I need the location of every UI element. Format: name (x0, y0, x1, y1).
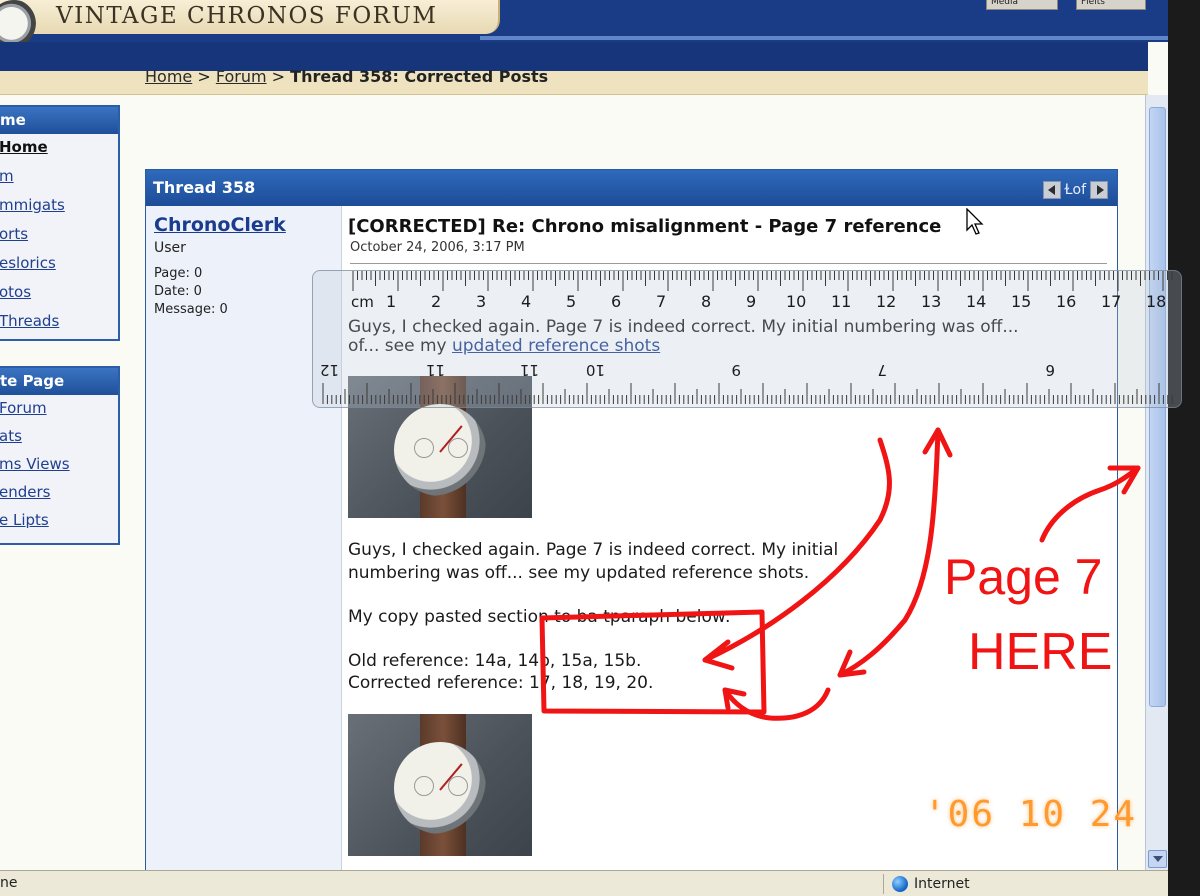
ruler-label: 12 (876, 292, 896, 311)
ruler-label: 11 (520, 361, 539, 379)
sidebar-item-enders[interactable]: enders (0, 479, 118, 507)
sidebar-item-views[interactable]: ms Views (0, 451, 118, 479)
sidebar-home-box: me Home m mmigats orts eslorics otos Thr… (0, 105, 120, 341)
post-title: [CORRECTED] Re: Chrono misalignment - Pa… (348, 216, 942, 237)
breadcrumb-separator: > (271, 67, 286, 86)
mouse-cursor-icon (966, 208, 984, 235)
chevron-down-icon (1153, 856, 1163, 862)
sidebar-item-lipts[interactable]: e Lipts (0, 507, 118, 535)
ruler-label: 14 (966, 292, 986, 311)
sidebar-item-forum[interactable]: Forum (0, 395, 118, 423)
ruler-label: 7 (877, 361, 887, 379)
ruler-label: 6 (611, 292, 621, 311)
prev-page-button[interactable] (1042, 181, 1061, 199)
sidebar-item-forum[interactable]: m (0, 163, 118, 192)
ruler-label: 2 (431, 292, 441, 311)
ruler-label: 10 (786, 292, 806, 311)
sidebar-page-box: te Page Forum ats ms Views enders e Lipt… (0, 366, 120, 545)
ruler-label: 13 (921, 292, 941, 311)
post-date: October 24, 2006, 3:17 PM (350, 240, 525, 255)
ruler-scale: cm12345678910111213141516171819121111109… (320, 271, 1173, 404)
ruler-label: 11 (831, 292, 851, 311)
top-toolbar: Media Fleits (900, 0, 1168, 12)
breadcrumb-forum-link[interactable]: Forum (216, 67, 267, 86)
ruler-label: 8 (701, 292, 711, 311)
watch-photo[interactable] (348, 714, 532, 856)
ruler-label: 4 (521, 292, 531, 311)
site-title: VINTAGE CHRONOS FORUM (56, 3, 438, 29)
ruler-label: 12 (320, 361, 339, 379)
ruler-label: 3 (476, 292, 486, 311)
toolbar-button-media[interactable]: Media (986, 0, 1058, 10)
post-body-line-1: Guys, I checked again. Page 7 is indeed … (348, 540, 839, 560)
monitor-bezel (1168, 0, 1200, 896)
status-divider (883, 874, 884, 894)
globe-icon (892, 876, 908, 892)
ruler-label: 10 (586, 361, 605, 379)
ruler-label: 5 (566, 292, 576, 311)
annotation-note: HERE (968, 623, 1113, 681)
sidebar-item-mmigats[interactable]: mmigats (0, 192, 118, 221)
post-body-line-2: numbering was off... see my updated refe… (348, 563, 810, 583)
ruler-label: 16 (1056, 292, 1076, 311)
browser-window: VINTAGE CHRONOS FORUM Media Fleits Home … (0, 0, 1168, 878)
watch-subdial (414, 438, 434, 458)
next-page-button[interactable] (1090, 181, 1108, 199)
post-divider (350, 263, 1107, 264)
ruler-label: 9 (731, 361, 741, 379)
ruler-label: 18 (1146, 292, 1166, 311)
toolbar-button-fleits[interactable]: Fleits (1076, 0, 1146, 10)
vertical-scrollbar[interactable] (1145, 95, 1168, 870)
thread-title: Thread 358 (153, 178, 256, 197)
sidebar-box-title: te Page (0, 368, 118, 395)
watch-subdial (448, 776, 468, 796)
pager-text: Ɫof (1064, 182, 1086, 198)
arrow-left-icon (1047, 185, 1055, 195)
sidebar-item-ats[interactable]: ats (0, 423, 118, 451)
sidebar-item-home[interactable]: Home (0, 134, 118, 163)
ruler-label: 9 (746, 292, 756, 311)
corrected-reference-line: Corrected reference: 17, 18, 19, 20. (348, 673, 654, 693)
sidebar-item-threads[interactable]: Threads (0, 308, 118, 337)
ruler-label: 11 (426, 361, 445, 379)
arrow-right-icon (1097, 185, 1104, 195)
ruler-label: 15 (1011, 292, 1031, 311)
sidebar-item-otos[interactable]: otos (0, 279, 118, 308)
breadcrumb-current: Thread 358: Corrected Posts (290, 67, 549, 86)
thread-header: Thread 358 Ɫof (146, 170, 1117, 206)
user-stat-date: Date: 0 (154, 284, 202, 299)
ruler-label: 7 (656, 292, 666, 311)
ruler-label: 6 (1045, 361, 1055, 379)
ruler-overlay: cm12345678910111213141516171819121111109… (312, 270, 1182, 408)
breadcrumb: Home > Forum > Thread 358: Corrected Pos… (145, 67, 548, 86)
pager: Ɫof (1042, 181, 1108, 199)
post-body-line-3: My copy pasted section to ba tparaph bel… (348, 607, 731, 627)
security-zone: Internet (914, 876, 970, 892)
watch-subdial (448, 438, 468, 458)
user-stat-message: Message: 0 (154, 302, 228, 317)
sidebar-box-title: me (0, 107, 118, 134)
breadcrumb-home-link[interactable]: Home (145, 67, 192, 86)
user-role: User (154, 240, 186, 256)
ruler-unit-label: cm (351, 293, 374, 311)
ruler-label: 1 (386, 292, 396, 311)
sidebar-item-eslorics[interactable]: eslorics (0, 250, 118, 279)
user-stat-page: Page: 0 (154, 266, 203, 281)
sidebar-item-orts[interactable]: orts (0, 221, 118, 250)
watch-subdial (414, 776, 434, 796)
old-reference-line: Old reference: 14a, 14b, 15a, 15b. (348, 651, 642, 671)
username-link[interactable]: ChronoClerk (154, 214, 286, 236)
status-text: ne (0, 875, 18, 891)
photo-date-stamp: '06 10 24 (924, 794, 1138, 835)
breadcrumb-separator: > (197, 67, 211, 86)
scroll-down-button[interactable] (1148, 850, 1167, 868)
status-bar: ne Internet (0, 870, 1168, 896)
annotation-note: Page 7 (944, 549, 1103, 605)
ruler-label: 17 (1101, 292, 1121, 311)
